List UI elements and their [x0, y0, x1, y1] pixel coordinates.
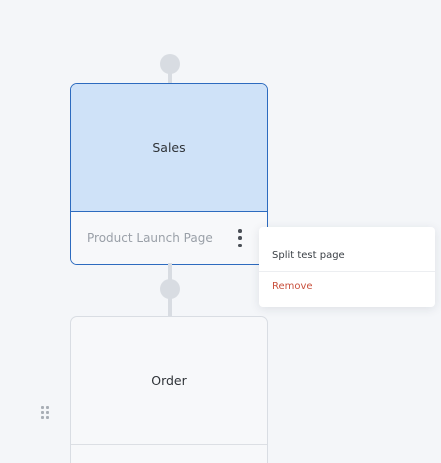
funnel-canvas[interactable]: Sales Product Launch Page Order Split te…: [0, 0, 441, 463]
sales-step-title[interactable]: Sales: [71, 84, 267, 212]
remove-menu-item[interactable]: Remove: [259, 272, 435, 301]
split-test-page-menu-item[interactable]: Split test page: [259, 240, 435, 272]
connector-dot-middle[interactable]: [160, 279, 180, 299]
more-vertical-icon[interactable]: [235, 229, 245, 247]
order-step-node[interactable]: Order: [70, 316, 268, 463]
drag-handle-icon[interactable]: [41, 406, 51, 419]
order-step-title[interactable]: Order: [71, 317, 267, 445]
step-context-menu: Split test page Remove: [259, 227, 435, 307]
sales-step-node[interactable]: Sales Product Launch Page: [70, 83, 268, 265]
sales-step-footer: Product Launch Page: [71, 212, 267, 264]
connector-line-top: [168, 70, 172, 84]
sales-page-name[interactable]: Product Launch Page: [87, 231, 213, 245]
